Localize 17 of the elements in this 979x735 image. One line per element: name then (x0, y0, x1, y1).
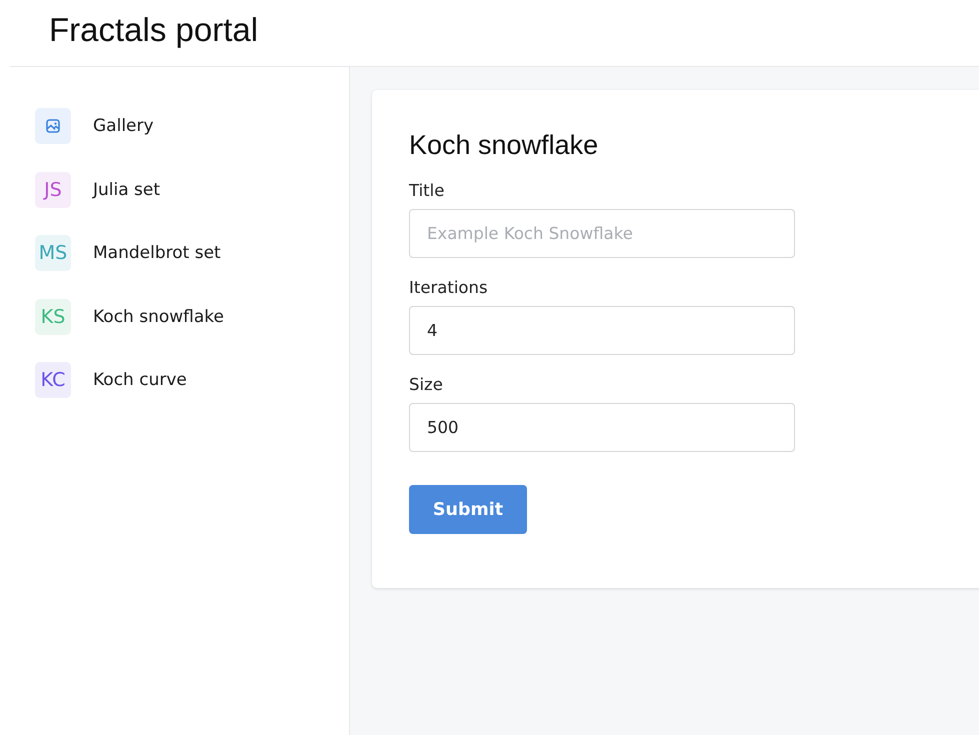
initials-badge[interactable]: JS (35, 172, 71, 208)
input-field[interactable]: Example Koch Snowflake (409, 209, 795, 258)
form-title: Koch snowflake (409, 130, 598, 161)
sidebar-item[interactable]: Mandelbrot set (93, 243, 221, 263)
field-label: Iterations (409, 278, 488, 297)
initials-badge[interactable]: KC (35, 362, 71, 398)
sidebar-item[interactable]: Julia set (93, 180, 160, 200)
sidebar-item[interactable]: Gallery (93, 116, 154, 136)
submit-button[interactable]: Submit (409, 485, 527, 534)
image-icon[interactable] (35, 108, 71, 144)
input-field[interactable]: 4 (409, 306, 795, 355)
sidebar-item[interactable]: Koch curve (93, 370, 187, 390)
field-label: Size (409, 375, 443, 394)
app-title: Fractals portal (49, 11, 258, 49)
sidebar-item[interactable]: Koch snowflake (93, 306, 224, 326)
field-label: Title (409, 181, 444, 200)
input-field[interactable]: 500 (409, 403, 795, 452)
